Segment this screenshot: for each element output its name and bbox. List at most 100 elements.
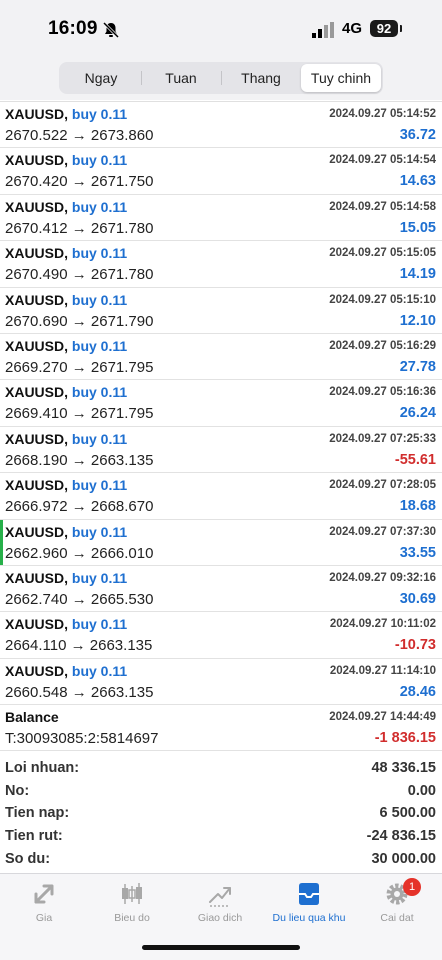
deal-time: 2024.09.27 05:14:58 xyxy=(329,200,436,213)
deal-prices: 2668.190 → 2663.135 xyxy=(5,451,154,469)
deal-profit: 33.55 xyxy=(399,544,436,561)
deal-symbol: XAUUSD, buy 0.11 xyxy=(5,569,128,586)
nav-trade[interactable]: Giao dich xyxy=(178,880,262,924)
deal-row[interactable]: XAUUSD, buy 0.11 2668.190 → 2663.135 202… xyxy=(0,427,442,474)
deal-prices: 2669.270 → 2671.795 xyxy=(5,358,154,376)
deal-row[interactable]: XAUUSD, buy 0.11 2662.740 → 2665.530 202… xyxy=(0,566,442,613)
deal-symbol: XAUUSD, buy 0.11 xyxy=(5,291,128,308)
balance-comment: T:30093085:2:5814697 xyxy=(5,730,159,748)
deal-profit: 14.19 xyxy=(399,266,436,283)
deal-symbol: XAUUSD, buy 0.11 xyxy=(5,337,128,354)
balance-label: Balance xyxy=(5,709,59,726)
deal-time: 2024.09.27 07:37:30 xyxy=(329,525,436,538)
nav-quotes[interactable]: Gia xyxy=(2,880,86,924)
deal-profit: 28.46 xyxy=(399,683,436,700)
deal-symbol: XAUUSD, buy 0.11 xyxy=(5,245,128,262)
bell-off-icon xyxy=(102,21,120,39)
deal-profit: -55.61 xyxy=(394,451,436,468)
deal-time: 2024.09.27 05:15:10 xyxy=(329,293,436,306)
summary-deposit: Tien nap: 6 500.00 xyxy=(5,805,436,822)
nav-settings[interactable]: 1 Cai dat xyxy=(355,878,439,924)
deal-symbol: XAUUSD, buy 0.11 xyxy=(5,430,128,447)
deal-row[interactable]: XAUUSD, buy 0.11 2669.270 → 2671.795 202… xyxy=(0,334,442,381)
deal-prices: 2670.690 → 2671.790 xyxy=(5,312,154,330)
deal-symbol: XAUUSD, buy 0.11 xyxy=(5,616,128,633)
deal-profit: 14.63 xyxy=(399,173,436,190)
home-indicator xyxy=(142,945,300,950)
deal-time: 2024.09.27 07:25:33 xyxy=(329,432,436,445)
deal-profit: 36.72 xyxy=(399,127,436,143)
deal-time: 2024.09.27 11:14:10 xyxy=(329,664,436,677)
deal-row[interactable]: XAUUSD, buy 0.11 2670.690 → 2671.790 202… xyxy=(0,288,442,334)
deal-side: buy 0.11 xyxy=(71,430,128,447)
deal-symbol: XAUUSD, buy 0.11 xyxy=(5,384,128,401)
deal-prices: 2662.740 → 2665.530 xyxy=(5,590,154,608)
deal-side: buy 0.11 xyxy=(71,106,128,122)
balance-row[interactable]: Balance T:30093085:2:5814697 2024.09.27 … xyxy=(0,705,442,752)
deal-symbol: XAUUSD, buy 0.11 xyxy=(5,198,128,215)
deal-profit: 18.68 xyxy=(399,498,436,515)
deal-prices: 2664.110 → 2663.135 xyxy=(5,637,153,655)
tab-tuy-chinh[interactable]: Tuy chinh xyxy=(301,64,381,92)
deal-prices: 2666.972 → 2668.670 xyxy=(5,498,154,516)
deal-time: 2024.09.27 05:14:52 xyxy=(329,108,436,120)
deal-time: 2024.09.27 07:28:05 xyxy=(329,479,436,492)
tab-ngay[interactable]: Ngay xyxy=(61,64,141,92)
deal-time: 2024.09.27 05:16:36 xyxy=(329,386,436,399)
trade-icon xyxy=(209,887,231,907)
nav-history[interactable]: Du lieu qua khu xyxy=(267,880,351,924)
summary-balance: So du: 30 000.00 xyxy=(5,850,436,867)
deal-row[interactable]: XAUUSD, buy 0.11 2664.110 → 2663.135 202… xyxy=(0,612,442,659)
deal-prices: 2670.420 → 2671.750 xyxy=(5,173,154,191)
status-time: 16:09 xyxy=(48,18,98,39)
deal-side: buy 0.11 xyxy=(71,477,128,494)
deal-profit: 12.10 xyxy=(399,312,436,329)
balance-amount: -1 836.15 xyxy=(374,730,436,747)
deal-row[interactable]: XAUUSD, buy 0.11 2669.410 → 2671.795 202… xyxy=(0,380,442,427)
deal-side: buy 0.11 xyxy=(71,337,128,354)
deal-profit: 15.05 xyxy=(399,219,436,236)
deal-prices: 2662.960 → 2666.010 xyxy=(5,544,154,562)
tab-tuan[interactable]: Tuan xyxy=(141,64,221,92)
deal-side: buy 0.11 xyxy=(71,616,128,633)
deal-row[interactable]: XAUUSD, buy 0.11 2660.548 → 2663.135 202… xyxy=(0,659,442,706)
deal-side: buy 0.11 xyxy=(71,569,128,586)
deal-symbol: XAUUSD, buy 0.11 xyxy=(5,662,128,679)
deal-profit: -10.73 xyxy=(394,637,436,654)
deal-side: buy 0.11 xyxy=(71,291,128,308)
deal-time: 2024.09.27 10:11:02 xyxy=(329,618,436,631)
deal-profit: 26.24 xyxy=(399,405,436,422)
settings-badge: 1 xyxy=(403,878,421,896)
history-icon xyxy=(299,883,319,905)
deal-row[interactable]: XAUUSD, buy 0.11 2662.960 → 2666.010 202… xyxy=(0,519,442,566)
summary-withdrawal: Tien rut: -24 836.15 xyxy=(5,828,436,845)
deal-row[interactable]: XAUUSD, buy 0.11 2670.420 → 2671.750 202… xyxy=(0,148,442,195)
summary-credit: No: 0.00 xyxy=(5,782,436,799)
deal-profit: 27.78 xyxy=(399,358,436,375)
summary: Loi nhuan: 48 336.15 No: 0.00 Tien nap: … xyxy=(0,757,442,870)
deal-row[interactable]: XAUUSD, buy 0.11 2666.972 → 2668.670 202… xyxy=(0,473,442,520)
deal-symbol: XAUUSD, buy 0.11 xyxy=(5,152,128,169)
network-type: 4G xyxy=(342,20,363,37)
deal-side: buy 0.11 xyxy=(71,152,128,169)
deal-profit: 30.69 xyxy=(399,590,436,607)
deal-side: buy 0.11 xyxy=(71,384,128,401)
nav-chart[interactable]: Bieu do xyxy=(90,880,174,924)
deal-row[interactable]: XAUUSD, buy 0.11 2670.522 → 2673.860 202… xyxy=(0,102,442,149)
deal-prices: 2670.412 → 2671.780 xyxy=(5,219,154,237)
chart-icon xyxy=(122,883,142,904)
deal-symbol: XAUUSD, buy 0.11 xyxy=(5,106,128,122)
deal-time: 2024.09.27 05:16:29 xyxy=(329,339,436,352)
deal-row[interactable]: XAUUSD, buy 0.11 2670.412 → 2671.780 202… xyxy=(0,195,442,242)
tab-thang[interactable]: Thang xyxy=(221,64,301,92)
deal-side: buy 0.11 xyxy=(71,523,128,540)
deal-prices: 2669.410 → 2671.795 xyxy=(5,405,154,423)
quotes-icon xyxy=(34,884,54,904)
deal-prices: 2660.548 → 2663.135 xyxy=(5,683,154,701)
deal-side: buy 0.11 xyxy=(71,198,128,215)
status-bar: 16:09 4G 92 xyxy=(0,0,442,60)
signal-icon xyxy=(312,22,334,38)
deal-time: 2024.09.27 05:14:54 xyxy=(329,154,436,167)
deal-row[interactable]: XAUUSD, buy 0.11 2670.490 → 2671.780 202… xyxy=(0,241,442,288)
period-segmented-control: Ngay Tuan Thang Tuy chinh xyxy=(59,62,383,94)
